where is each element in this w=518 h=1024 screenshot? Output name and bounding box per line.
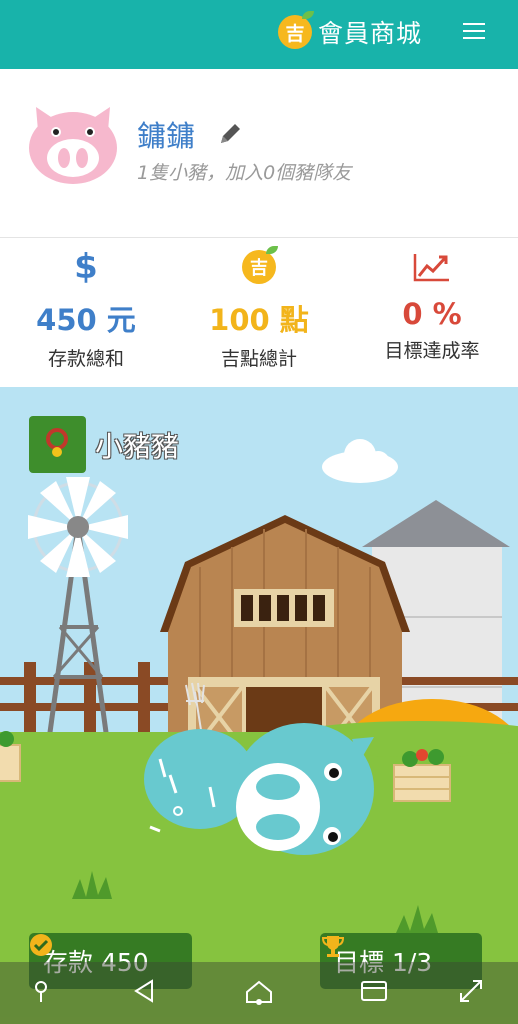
ji-points-icon: 吉 — [173, 246, 345, 287]
ji-points-icon: 吉 — [278, 11, 314, 49]
divider — [0, 237, 518, 238]
dollar-icon: $ — [74, 247, 98, 287]
stat-ji-points: 吉 100 點 吉點總計 — [173, 246, 345, 371]
stat-total-deposit: $ 450 元 存款總和 — [0, 247, 172, 371]
farm-illustration — [0, 387, 518, 1024]
pig-avatar — [29, 107, 117, 184]
check-circle-icon — [30, 934, 52, 956]
trend-chart-icon — [346, 247, 518, 287]
top-bar: 吉 會員商城 — [0, 0, 518, 69]
stat-value: 100 點 — [209, 303, 309, 337]
vegetable-crate — [393, 749, 451, 802]
member-shop-label: 會員商城 — [318, 19, 423, 48]
profile-section: 鏞鏞 1隻小豬，加入0個豬隊友 — [0, 69, 518, 237]
pet-name: 小豬豬 — [95, 430, 180, 463]
system-nav-bar — [0, 962, 518, 1024]
fullscreen-icon[interactable] — [458, 978, 484, 1004]
member-shop-link[interactable]: 吉 會員商城 — [278, 11, 423, 52]
recent-apps-icon[interactable] — [360, 978, 388, 1004]
stat-label: 吉點總計 — [220, 348, 297, 370]
back-icon[interactable] — [132, 978, 156, 1004]
profile-subtitle: 1隻小豬，加入0個豬隊友 — [137, 162, 352, 184]
farm-scene: 小豬豬 存款 450 目標 1/3 — [0, 387, 518, 1024]
username: 鏞鏞 — [137, 119, 196, 153]
stat-label: 存款總和 — [47, 348, 124, 370]
ji-badge-char: 吉 — [285, 22, 305, 45]
stat-value: 450 元 — [36, 303, 136, 337]
edit-pencil-icon[interactable] — [217, 121, 243, 147]
hamburger-menu-icon[interactable] — [463, 23, 485, 39]
stat-goal-rate: 0 % 目標達成率 — [346, 247, 518, 363]
pet-collar-icon[interactable] — [29, 416, 86, 473]
pin-icon[interactable] — [32, 978, 50, 1004]
stat-value: 0 % — [402, 297, 462, 331]
trophy-icon — [321, 936, 345, 957]
home-icon[interactable] — [244, 978, 274, 1008]
stat-label: 目標達成率 — [384, 340, 480, 362]
